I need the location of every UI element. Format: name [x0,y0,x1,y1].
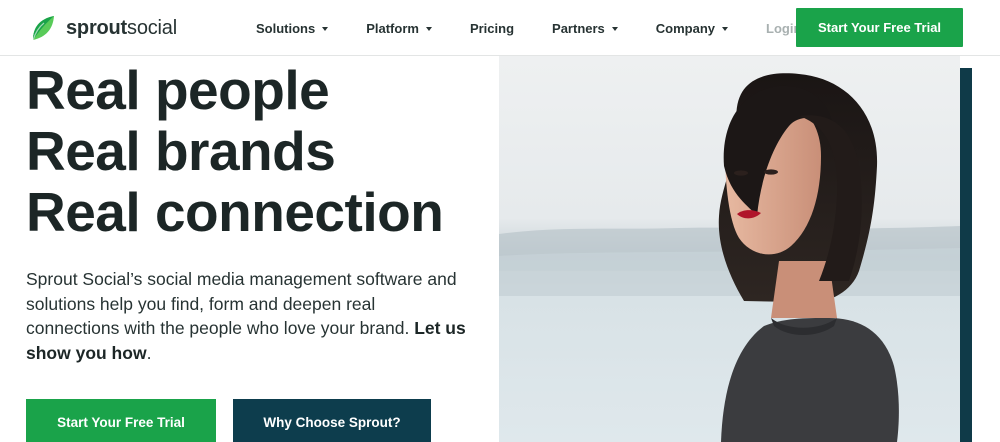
nav-label: Company [655,20,716,36]
nav-label: Platform [366,20,419,36]
chevron-down-icon [722,26,729,31]
hero-headline: Real people Real brands Real connection [26,59,444,243]
description-text: Sprout Social’s social media management … [26,269,457,338]
nav-label: Pricing [469,20,515,36]
nav-item-pricing[interactable]: Pricing [470,21,514,36]
nav-item-company[interactable]: Company [655,20,729,36]
nav-free-trial-button[interactable]: Start Your Free Trial [796,8,963,47]
chevron-down-icon [425,26,432,31]
headline-line: Real connection [26,181,444,243]
chevron-down-icon [322,26,329,31]
sprout-leaf-icon [32,16,54,41]
decorative-side-bar [960,68,972,442]
description-end: . [146,342,152,363]
main-menu: Solutions Platform Pricing Partners Comp… [256,0,815,56]
nav-label: Solutions [256,20,316,36]
chevron-down-icon [611,26,618,31]
headline-line: Real brands [26,120,336,182]
headline-line: Real people [26,59,330,121]
nav-item-partners[interactable]: Partners [552,21,618,36]
nav-label: Partners [552,20,605,36]
sprout-social-logo[interactable]: sproutsocial [30,13,177,43]
start-free-trial-button[interactable]: Start Your Free Trial [26,399,216,442]
top-navigation: sproutsocial Solutions Platform Pricing … [0,0,1000,56]
woman-portrait-photo [499,56,960,442]
hero-description: Sprout Social’s social media management … [26,267,466,365]
logo-wordmark: sproutsocial [66,16,177,39]
hero-photo [499,56,960,442]
why-choose-sprout-button[interactable]: Why Choose Sprout? [233,399,431,442]
nav-item-solutions[interactable]: Solutions [256,20,329,36]
nav-item-platform[interactable]: Platform [366,21,432,36]
